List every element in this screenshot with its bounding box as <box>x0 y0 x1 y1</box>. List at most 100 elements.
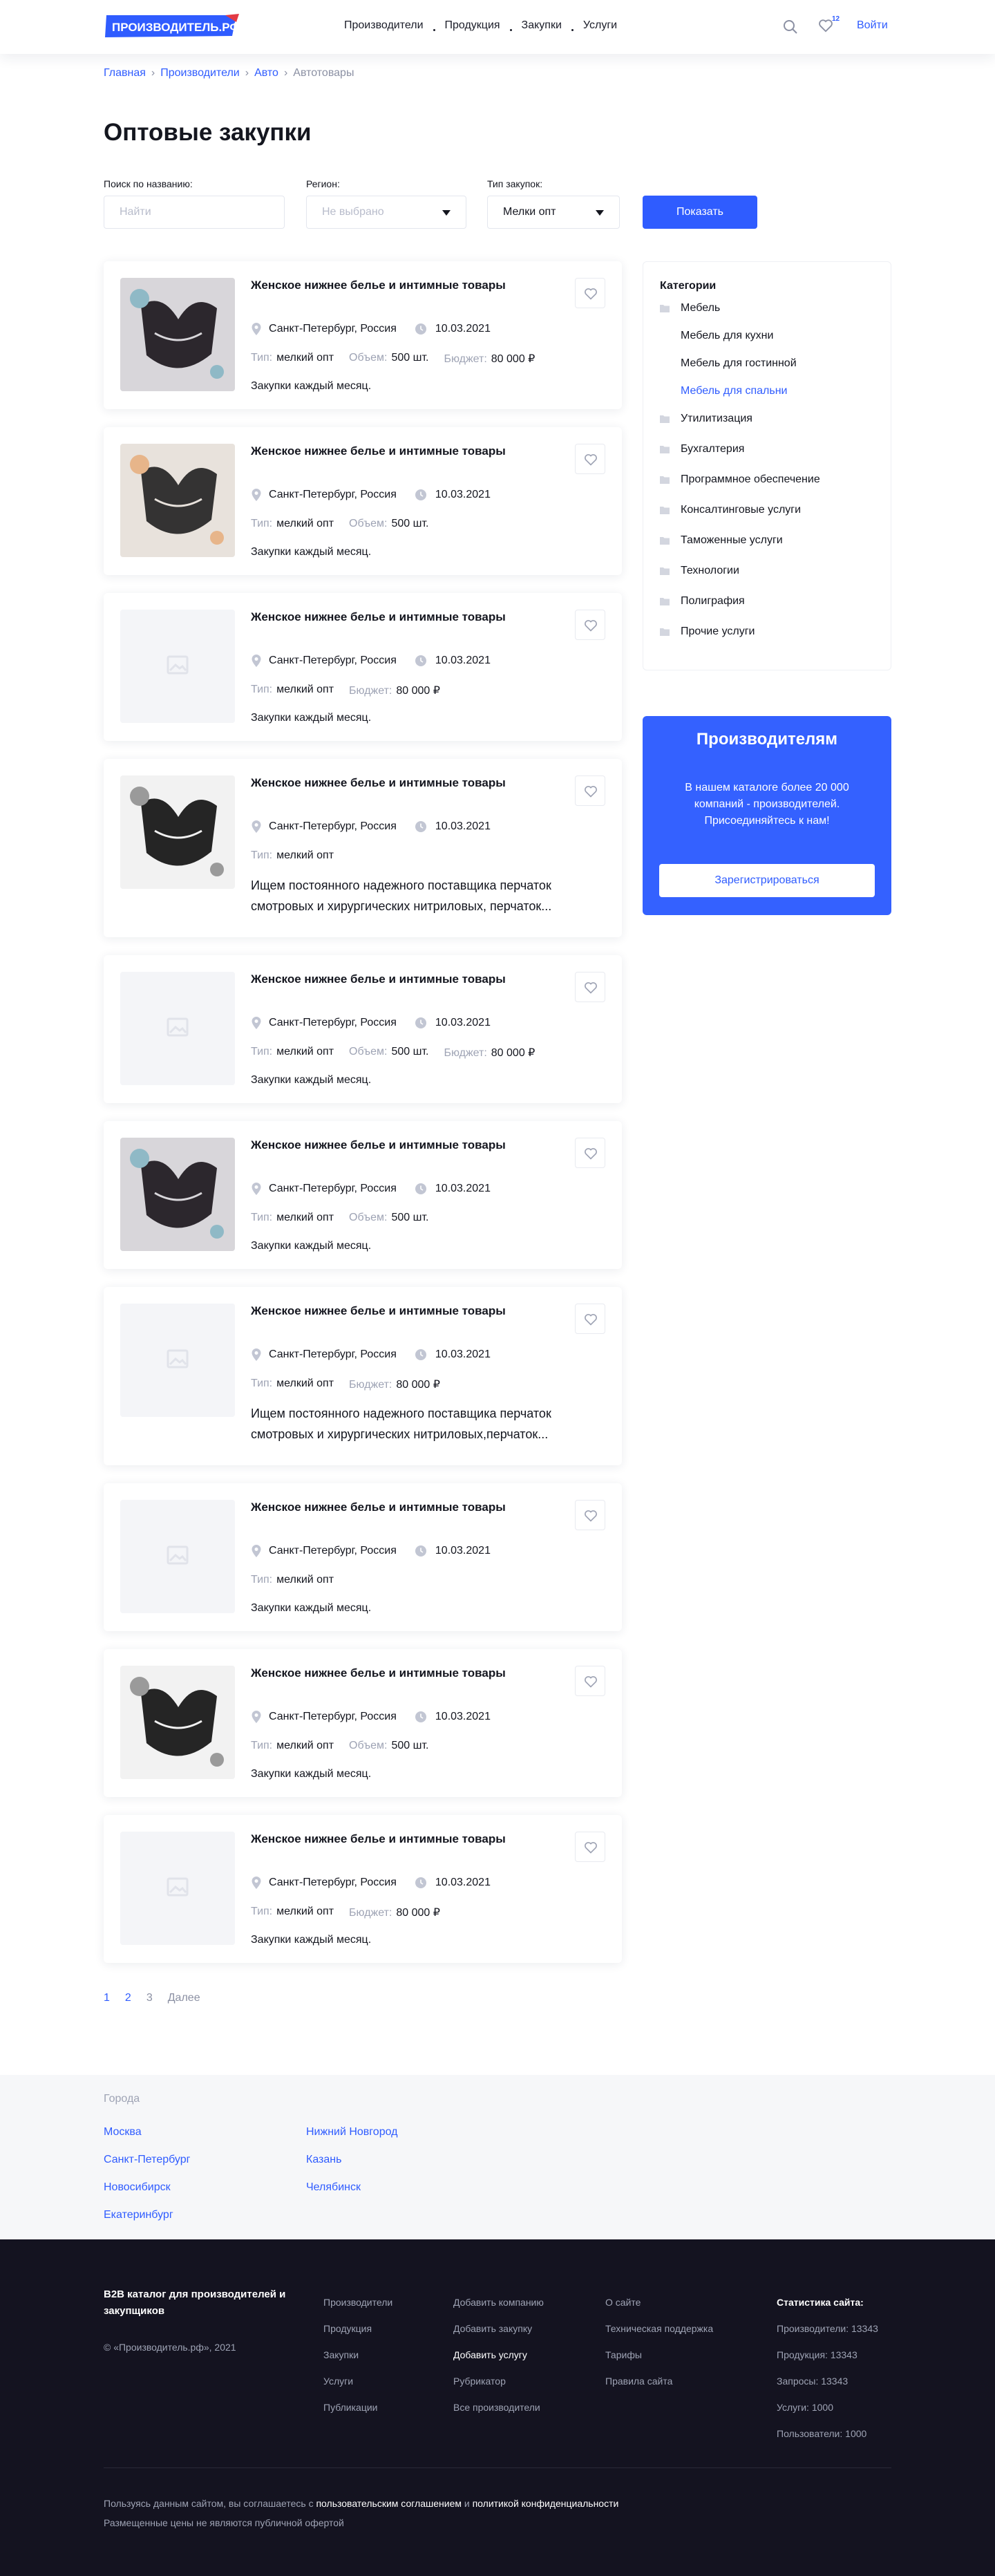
product-image[interactable] <box>120 1666 235 1779</box>
nav-producers[interactable]: Производители <box>344 19 424 32</box>
footer-link[interactable]: Все производители <box>453 2394 544 2420</box>
category-item[interactable]: Программное обеспечение <box>660 473 820 486</box>
category-item[interactable]: Мебель для кухни <box>681 330 773 342</box>
card-title[interactable]: Женское нижнее белье и интимные товары <box>251 1304 513 1319</box>
image-placeholder[interactable] <box>120 1500 235 1613</box>
product-image[interactable] <box>120 775 235 889</box>
search-icon[interactable] <box>782 19 799 35</box>
footer-link[interactable]: Продукция <box>323 2315 392 2342</box>
image-placeholder[interactable] <box>120 972 235 1085</box>
footer-link[interactable]: Услуги <box>323 2368 392 2394</box>
image-placeholder[interactable] <box>120 1832 235 1945</box>
favorite-button[interactable] <box>575 444 605 474</box>
footer-link[interactable]: Рубрикатор <box>453 2368 544 2394</box>
favorite-button[interactable] <box>575 610 605 640</box>
site-logo[interactable]: ПРОИЗВОДИТЕЛЬ.РФ <box>104 12 240 40</box>
folder-icon <box>660 305 670 312</box>
footer-link[interactable]: Тарифы <box>605 2342 713 2368</box>
next-page[interactable]: Далее <box>168 1992 200 2004</box>
region-select[interactable]: Не выбрано <box>306 196 466 229</box>
footer-link[interactable]: Закупки <box>323 2342 392 2368</box>
city-link[interactable]: Челябинск <box>306 2181 361 2194</box>
favorite-button[interactable] <box>575 1500 605 1530</box>
city-link[interactable]: Новосибирск <box>104 2181 171 2194</box>
page-1[interactable]: 1 <box>104 1992 110 2004</box>
breadcrumb-home[interactable]: Главная <box>104 67 146 79</box>
search-input[interactable]: Найти <box>104 196 285 229</box>
register-button[interactable]: Зарегистрироваться <box>659 864 875 897</box>
city-link[interactable]: Москва <box>104 2126 142 2138</box>
favorite-button[interactable] <box>575 775 605 806</box>
footer-link[interactable]: Техническая поддержка <box>605 2315 713 2342</box>
city-link[interactable]: Нижний Новгород <box>306 2126 397 2138</box>
product-image[interactable] <box>120 1138 235 1251</box>
user-agreement-link[interactable]: пользовательским соглашением <box>316 2498 462 2509</box>
category-item[interactable]: Полиграфия <box>660 595 745 608</box>
purchase-card[interactable]: Женское нижнее белье и интимные товары Са… <box>104 1815 622 1963</box>
card-title[interactable]: Женское нижнее белье и интимные товары <box>251 1138 513 1153</box>
card-title[interactable]: Женское нижнее белье и интимные товары <box>251 610 513 625</box>
breadcrumb-producers[interactable]: Производители <box>160 67 240 79</box>
favorite-button[interactable] <box>575 1138 605 1168</box>
login-link[interactable]: Войти <box>857 19 888 32</box>
card-location: Санкт-Петербург, Россия <box>251 820 397 834</box>
purchase-card[interactable]: Женское нижнее белье и интимные товары Са… <box>104 759 622 937</box>
privacy-policy-link[interactable]: политикой конфиденциальности <box>473 2498 619 2509</box>
card-title[interactable]: Женское нижнее белье и интимные товары <box>251 972 513 987</box>
image-placeholder[interactable] <box>120 610 235 723</box>
category-item[interactable]: Мебель <box>660 302 720 314</box>
footer-link[interactable]: Добавить компанию <box>453 2289 544 2315</box>
favorites-button[interactable]: 12 <box>818 15 840 36</box>
favorite-button[interactable] <box>575 1666 605 1696</box>
city-link[interactable]: Екатеринбург <box>104 2209 173 2221</box>
card-location: Санкт-Петербург, Россия <box>251 1016 397 1030</box>
category-item[interactable]: Мебель для гостинной <box>681 357 797 370</box>
footer-link[interactable]: Публикации <box>323 2394 392 2420</box>
category-item[interactable]: Технологии <box>660 565 739 577</box>
footer-link[interactable]: Добавить услугу <box>453 2342 544 2368</box>
footer-link[interactable]: Добавить закупку <box>453 2315 544 2342</box>
product-image[interactable] <box>120 444 235 557</box>
footer-link[interactable]: Производители <box>323 2289 392 2315</box>
page-3[interactable]: 3 <box>146 1992 153 2004</box>
category-item[interactable]: Мебель для спальни <box>681 385 787 397</box>
purchase-card[interactable]: Женское нижнее белье и интимные товары Са… <box>104 427 622 575</box>
nav-services[interactable]: Услуги <box>583 19 617 32</box>
purchase-card[interactable]: Женское нижнее белье и интимные товары Са… <box>104 955 622 1103</box>
purchase-card[interactable]: Женское нижнее белье и интимные товары Са… <box>104 1483 622 1631</box>
purchase-card[interactable]: Женское нижнее белье и интимные товары Са… <box>104 1121 622 1269</box>
clock-icon <box>415 1545 426 1557</box>
favorite-button[interactable] <box>575 972 605 1002</box>
product-image[interactable] <box>120 278 235 391</box>
favorite-button[interactable] <box>575 1832 605 1862</box>
card-title[interactable]: Женское нижнее белье и интимные товары <box>251 775 513 791</box>
city-link[interactable]: Санкт-Петербург <box>104 2154 190 2166</box>
card-title[interactable]: Женское нижнее белье и интимные товары <box>251 1666 513 1681</box>
nav-products[interactable]: Продукция <box>445 19 500 32</box>
purchase-card[interactable]: Женское нижнее белье и интимные товары Са… <box>104 1287 622 1465</box>
category-item[interactable]: Таможенные услуги <box>660 534 783 547</box>
purchase-card[interactable]: Женское нижнее белье и интимные товары Са… <box>104 593 622 741</box>
favorite-button[interactable] <box>575 1304 605 1334</box>
purchase-card[interactable]: Женское нижнее белье и интимные товары Са… <box>104 261 622 409</box>
category-item[interactable]: Утилитизация <box>660 413 752 425</box>
card-title[interactable]: Женское нижнее белье и интимные товары <box>251 444 513 459</box>
category-item[interactable]: Бухгалтерия <box>660 443 744 455</box>
image-placeholder[interactable] <box>120 1304 235 1417</box>
show-button[interactable]: Показать <box>643 196 757 229</box>
breadcrumb-auto[interactable]: Авто <box>254 67 278 79</box>
footer-link[interactable]: Правила сайта <box>605 2368 713 2394</box>
card-title[interactable]: Женское нижнее белье и интимные товары <box>251 1832 513 1847</box>
page-2[interactable]: 2 <box>125 1992 131 2004</box>
category-item[interactable]: Консалтинговые услуги <box>660 504 801 516</box>
type-select[interactable]: Мелки опт <box>487 196 620 229</box>
category-item[interactable]: Прочие услуги <box>660 626 755 638</box>
card-title[interactable]: Женское нижнее белье и интимные товары <box>251 278 513 293</box>
purchase-card[interactable]: Женское нижнее белье и интимные товары Са… <box>104 1649 622 1797</box>
nav-purchases[interactable]: Закупки <box>522 19 562 32</box>
footer-link[interactable]: О сайте <box>605 2289 713 2315</box>
card-title[interactable]: Женское нижнее белье и интимные товары <box>251 1500 513 1515</box>
card-location: Санкт-Петербург, Россия <box>251 1876 397 1890</box>
favorite-button[interactable] <box>575 278 605 308</box>
city-link[interactable]: Казань <box>306 2154 341 2166</box>
